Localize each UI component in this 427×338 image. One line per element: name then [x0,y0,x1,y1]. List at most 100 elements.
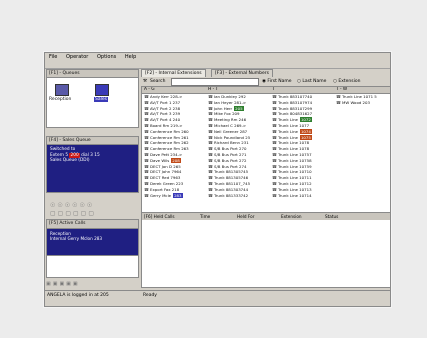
dq-line-3-text: Sales Queue [50,158,77,163]
extension-name: MW Wood 203 [342,99,370,105]
extension-cell[interactable]: Trunk 881333742 [214,193,248,199]
dq-extra-2: (DDI) [78,158,90,163]
status-login: ANGELA is logged in at 205 [47,293,109,298]
sales-queue-header: [F4] - Sales Queue [46,136,139,145]
col-header-t-w[interactable]: T - W [336,87,347,93]
extension-name: Trunk 881305746 [214,175,249,181]
held-col-status[interactable]: Status [325,213,338,220]
extension-name: Trunk Line 1078 [278,146,310,152]
extension-name: Trunk Line 1077 [278,122,310,128]
extension-status-badge: 205 [234,105,244,111]
extension-name: Dave Pett 234-> [150,151,183,157]
extension-name: Trunk Line 10710 [278,169,312,175]
extension-status-badge: 1072 [299,117,312,123]
extension-name: Export Fax 218 [150,186,180,192]
col-header-t[interactable]: T [272,87,275,93]
extension-name: Board Rm 219-> [150,122,183,128]
extension-name: AV/T Port 3 239 [150,111,181,117]
left-pane: [F1] - Queues Reception Sales [F4] - Sal… [46,69,139,287]
extension-name: DECT Red 7963 [150,175,181,181]
grid-rows: ☎ Andy Kerr 228-> ☎ Ian Dunkley 292 ☎ Trunk 8… [142,94,390,198]
ac-line-2: Internal Gerry Mclon 283 [50,236,103,241]
right-pane: [F2] - Internal Extensions [F3] - Extern… [141,69,391,288]
extension-name: Meeting Rm 246 [214,117,247,123]
queues-panel: Reception Sales [46,78,139,128]
extension-name: Gerry Mcle [150,192,172,198]
extension-name: Derek Green 223 [150,180,184,186]
extension-name: Trunk Line [278,128,298,134]
menu-options[interactable]: Options [97,54,116,60]
extension-name: Trunk 883107740 [278,94,313,99]
sales-queue-list[interactable]: Switched to Extern 5 200 dial 3 15 Sales… [46,145,139,193]
queue-icon-sales[interactable] [95,84,109,96]
extension-name: S/B Bus Port 274 [214,163,247,169]
extension-cell[interactable]: Trunk Line 10714 [278,193,312,199]
extension-name: Andy Kerr 228-> [150,94,183,99]
search-label: Search [150,79,166,84]
extension-name: Trunk Line 10758 [278,157,312,163]
col-header-h-t[interactable]: H - T [208,87,218,93]
extension-name: Conference Rm 262 [150,140,189,146]
extension-name: Trunk 881107_745 [214,180,251,186]
queue-icon-reception[interactable] [55,84,69,96]
search-input[interactable] [171,78,259,86]
extension-name: Trunk Line 10757 [278,151,312,157]
extension-name: Trunk 881303744 [214,186,249,192]
extension-name: Trunk 881333742 [214,192,249,198]
queues-header: [F1] - Queues [46,69,139,78]
radio-first-name-label: First Name [267,79,292,84]
grid-header: A - G H - T T T - W [142,87,390,94]
held-col-held-for[interactable]: Held For [237,213,254,220]
extension-name: Trunk Line 1078 [278,140,310,146]
extension-name: Trunk 883107974 [278,99,313,105]
extension-name: John Herr [214,105,233,111]
extension-name: Trunk Line 1071 5 [342,94,377,99]
active-calls-empty-area [46,256,139,278]
held-col-calls[interactable]: [F6] Held Calls [144,213,175,220]
extension-name: Trunk Line 10714 [278,192,312,198]
extension-name: Conference Rm 261 [150,134,189,140]
table-row[interactable]: ☎ Gerry Mcle 283 ☎ Trunk 881333742 ☎ Trunk Lin… [142,192,390,199]
sales-queue-section: [F4] - Sales Queue Switched to Extern 5 … [46,136,139,193]
queue-label-reception: Reception [49,97,72,102]
extension-name: Neil Greener 287 [214,128,248,134]
radio-last-name[interactable]: ○ Last Name [297,77,326,86]
bottom-left-toolbar[interactable]: ▣▣▣▣▣ [46,281,139,289]
action-buttons-row-1[interactable]: ☉☉☉☉☉☉ [50,202,94,209]
extension-status-badge: 283 [173,192,183,198]
active-calls-section: [F5] Active Calls Reception Internal Ger… [46,219,139,278]
operator-console-window: File Operator Options Help [F1] - Queues… [44,52,391,307]
extension-name: Mike Fox 209 [214,111,240,117]
menu-file[interactable]: File [49,54,57,60]
menu-bar: File Operator Options Help [45,53,390,62]
extension-name: Ian Heyer 281-> [214,99,247,105]
menu-help[interactable]: Help [125,54,136,60]
radio-extension[interactable]: ○ Extension [333,77,360,86]
menu-operator[interactable]: Operator [66,54,88,60]
dq-line-2-text: Extern 5 [50,152,69,158]
extension-name: Ian Dunkley 292 [214,94,246,99]
held-calls-list[interactable] [141,220,391,288]
extension-name: S/B Bus Port 270 [214,146,247,152]
extension-name: AV/T Port 1 237 [150,99,181,105]
search-row: ⚒ Search ◉ First Name ○ Last Name ○ Exte… [141,77,389,86]
extension-name: Trunk Line 10712 [278,180,312,186]
extension-name: Conference Rm 260 [150,128,189,134]
active-calls-list[interactable]: Reception Internal Gerry Mclon 283 [46,229,139,256]
col-header-a-g[interactable]: A - G [144,87,155,93]
held-col-extension[interactable]: Extension [281,213,302,220]
extension-name: Michael C 269-> [214,122,247,128]
extension-name: Trunk 881305745 [214,169,249,175]
extension-name: Trunk Line [278,134,298,140]
phone-icon: ☎ [144,192,149,198]
active-calls-header: [F5] Active Calls [46,219,139,229]
held-col-time[interactable]: Time [200,213,210,220]
extension-status-badge: 1075 [299,134,312,140]
action-buttons-row-2[interactable]: ▢▢▢▢▢▢ [50,210,96,217]
extension-name: DECT Jon D 265 [150,163,181,169]
extension-cell[interactable]: Gerry Mcle 283 [150,192,183,199]
extension-name: Trunk Line [278,117,298,123]
radio-first-name[interactable]: ◉ First Name [262,77,292,86]
dq-extra: dial 3 15 [81,152,100,158]
extension-name: Trunk 883107299 [278,105,313,111]
